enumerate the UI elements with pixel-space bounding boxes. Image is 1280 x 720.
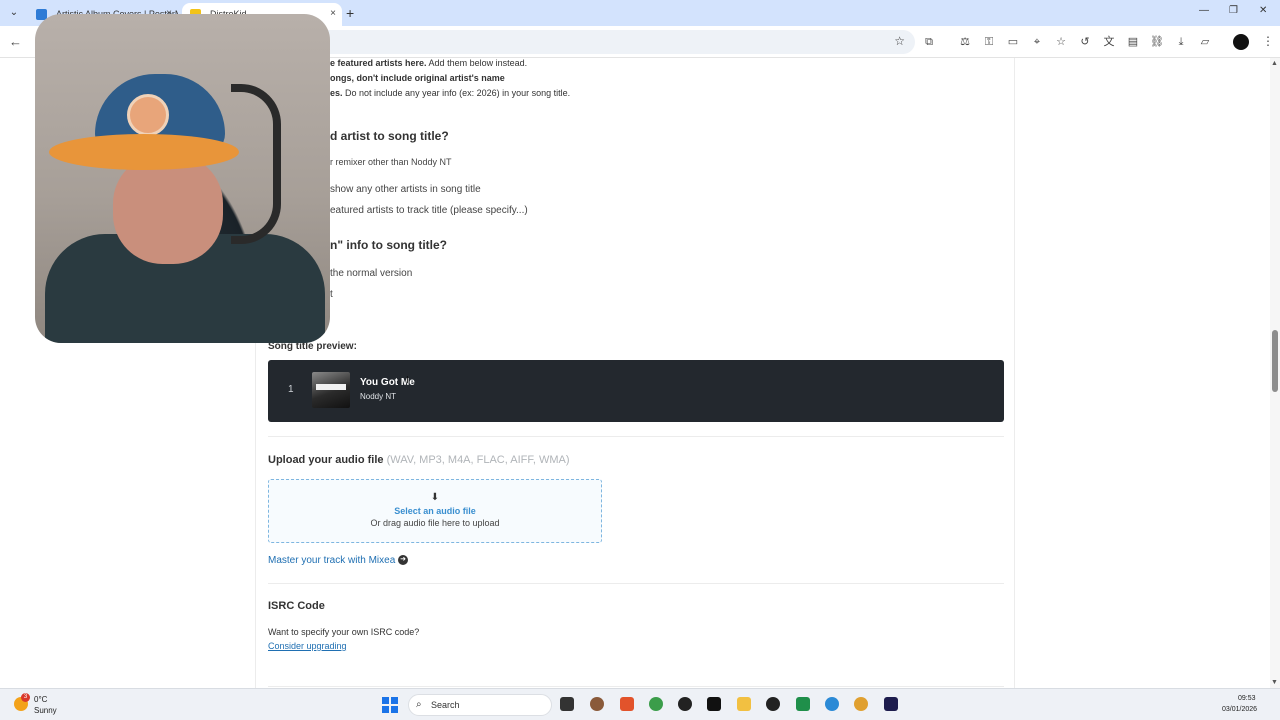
- close-window-icon[interactable]: ✕: [1259, 5, 1267, 16]
- cap-brim: [49, 134, 239, 170]
- arrow-circle-right-icon: ➜: [398, 555, 409, 566]
- face: [113, 154, 223, 264]
- search-label: Search: [431, 700, 460, 710]
- profile-avatar[interactable]: [1233, 34, 1249, 50]
- tab-search-chevron-icon[interactable]: ⌄: [6, 5, 22, 21]
- app-game-icon[interactable]: [590, 697, 604, 711]
- scroll-down-icon[interactable]: ▼: [1271, 679, 1278, 686]
- close-tab-icon[interactable]: ×: [330, 8, 336, 19]
- back-arrow-icon[interactable]: ←: [9, 34, 22, 49]
- extension-icon[interactable]: ⧉: [922, 35, 936, 49]
- obs-icon[interactable]: [678, 697, 692, 711]
- translate-icon[interactable]: 文: [1102, 35, 1116, 49]
- webcam-overlay: [35, 14, 330, 343]
- upload-heading: Upload your audio file (WAV, MP3, M4A, F…: [268, 454, 570, 466]
- scrollbar-thumb[interactable]: [1272, 330, 1278, 392]
- cap-badge: [127, 94, 169, 136]
- isrc-question: Want to specify your own ISRC code?: [268, 627, 420, 637]
- download-icon: ⬇: [430, 492, 440, 503]
- title-rule-year: es. Do not include any year info (ex: 20…: [330, 88, 571, 98]
- clock-time[interactable]: 09:53: [1238, 695, 1256, 702]
- track-artist: Noddy NT: [360, 392, 397, 401]
- taskbar-search[interactable]: ⌕ Search: [408, 694, 552, 716]
- add-artist-question: d artist to song title?: [330, 129, 449, 143]
- section-divider: [268, 583, 1004, 584]
- artist-option-featured[interactable]: eatured artists to track title (please s…: [330, 205, 528, 216]
- track-number: 1: [288, 384, 294, 395]
- app-taskview-icon[interactable]: [560, 697, 574, 711]
- app-orange-icon[interactable]: [854, 697, 868, 711]
- text-cursor-icon: I: [406, 375, 409, 386]
- section-divider: [268, 436, 1004, 437]
- weather-temp[interactable]: 0°C: [34, 695, 47, 704]
- location-icon[interactable]: ⌖: [1030, 35, 1044, 49]
- consider-upgrading-link[interactable]: Consider upgrading: [268, 641, 347, 651]
- reader-icon[interactable]: ▤: [1126, 35, 1140, 49]
- search-icon: ⌕: [416, 699, 422, 710]
- form-column: e featured artists here. Add them below …: [255, 58, 1015, 688]
- menu-kebab-icon[interactable]: ⋮: [1262, 34, 1274, 48]
- card-icon[interactable]: ▭: [1006, 35, 1020, 49]
- minimize-icon[interactable]: —: [1199, 5, 1209, 16]
- section-divider: [268, 686, 1004, 687]
- cast-icon[interactable]: ▱: [1198, 35, 1212, 49]
- select-audio-file-link[interactable]: Select an audio file: [269, 506, 601, 516]
- premiere-pro-icon[interactable]: [884, 697, 898, 711]
- windows-taskbar: 3 0°C Sunny ⌕ Search 09:53 03/01/2026: [0, 688, 1280, 720]
- restore-icon[interactable]: ❐: [1229, 5, 1238, 16]
- brave-browser-icon[interactable]: [620, 697, 634, 711]
- chrome-icon[interactable]: [649, 697, 663, 711]
- audio-dropzone[interactable]: ⬇ Select an audio file Or drag audio fil…: [268, 479, 602, 543]
- new-tab-button[interactable]: +: [346, 5, 354, 21]
- artist-option-remixer[interactable]: r remixer other than Noddy NT: [330, 157, 452, 167]
- audio-formats: (WAV, MP3, M4A, FLAC, AIFF, WMA): [386, 454, 570, 466]
- isrc-heading: ISRC Code: [268, 600, 325, 612]
- link-icon[interactable]: ⛓: [1150, 35, 1164, 49]
- download-icon[interactable]: ⤓: [1174, 35, 1188, 49]
- scroll-up-icon[interactable]: ▲: [1271, 60, 1278, 67]
- title-rule-covers: ongs, don't include original artist's na…: [330, 73, 505, 83]
- ext-tool-icon[interactable]: ⚖: [958, 35, 972, 49]
- chrome-active-icon[interactable]: [825, 697, 839, 711]
- bookmarks-star-icon[interactable]: ☆: [1054, 35, 1068, 49]
- windows-start-icon[interactable]: [382, 697, 398, 713]
- history-icon[interactable]: ↺: [1078, 35, 1092, 49]
- password-key-icon[interactable]: ⚿: [982, 35, 996, 49]
- page-scrollbar[interactable]: ▲ ▼: [1270, 58, 1280, 688]
- drag-instruction: Or drag audio file here to upload: [370, 518, 500, 528]
- title-rule-featured: e featured artists here. Add them below …: [330, 58, 528, 68]
- weather-condition[interactable]: Sunny: [34, 706, 57, 715]
- tiktok-icon[interactable]: [707, 697, 721, 711]
- song-title-preview-card: 1 You Got Me Noddy NT: [268, 360, 1004, 422]
- headphones: [231, 84, 281, 244]
- file-explorer-icon[interactable]: [737, 697, 751, 711]
- clock-date[interactable]: 03/01/2026: [1222, 706, 1257, 713]
- artist-option-none[interactable]: show any other artists in song title: [330, 184, 481, 195]
- version-option-normal[interactable]: the normal version: [330, 268, 412, 279]
- capcut-icon[interactable]: [766, 697, 780, 711]
- mixea-link[interactable]: Master your track with Mixea ➜: [268, 555, 409, 566]
- cover-art-thumbnail: [312, 372, 350, 408]
- bookmark-star-icon[interactable]: ☆: [894, 34, 905, 48]
- weather-badge: 3: [21, 693, 30, 702]
- version-question: n" info to song title?: [330, 238, 447, 252]
- version-option-other[interactable]: t: [330, 289, 333, 300]
- excel-icon[interactable]: [796, 697, 810, 711]
